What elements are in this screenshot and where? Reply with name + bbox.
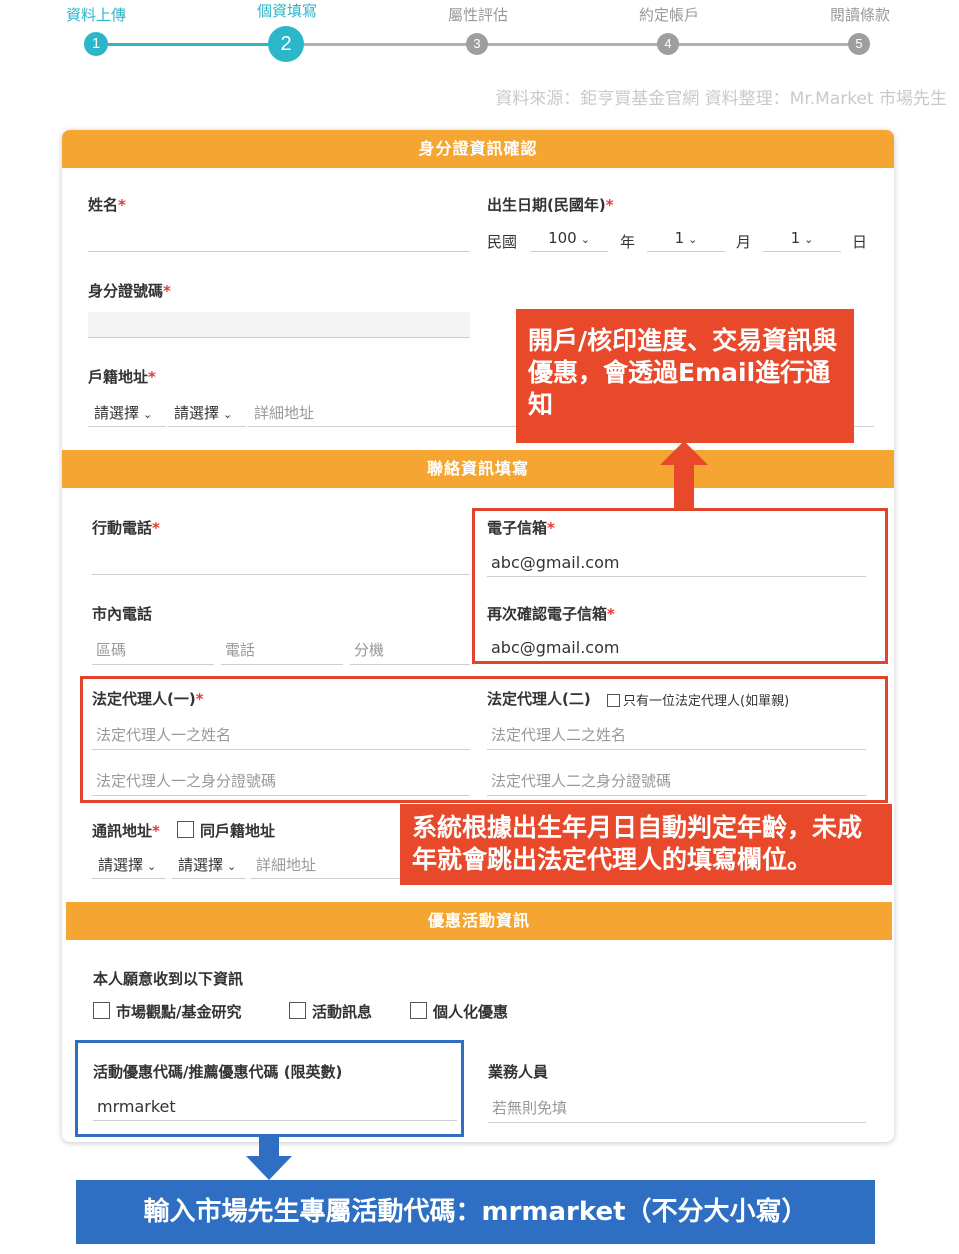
- step-dot-4[interactable]: 4: [657, 33, 679, 55]
- household-district-select[interactable]: 請選擇 ⌄: [168, 402, 246, 427]
- id-number-input[interactable]: [88, 312, 470, 338]
- checkbox-icon: [93, 1002, 110, 1019]
- extension-input[interactable]: 分機: [350, 639, 470, 665]
- down-arrow-icon: [246, 1134, 292, 1180]
- id-number-label: 身分證號碼*: [88, 282, 171, 300]
- checkbox-icon: [177, 821, 194, 838]
- year-unit: 年: [620, 233, 636, 251]
- era-label: 民國: [487, 233, 518, 251]
- email-note-callout: 開戶/核印進度、交易資訊與優惠，會透過Email進行通知: [516, 309, 854, 443]
- receive-info-label: 本人願意收到以下資訊: [93, 970, 244, 988]
- market-view-checkbox[interactable]: 市場觀點/基金研究: [93, 1001, 241, 1022]
- sales-rep-input[interactable]: 若無則免填: [488, 1097, 866, 1123]
- stepper-line-done: [96, 43, 286, 46]
- checkbox-icon: [410, 1002, 427, 1019]
- household-city-select[interactable]: 請選擇 ⌄: [88, 402, 166, 427]
- guardian-note-text: 系統根據出生年月日自動判定年齡，未成年就會跳出法定代理人的填寫欄位。: [412, 813, 863, 874]
- mailing-district-select[interactable]: 請選擇 ⌄: [172, 854, 246, 879]
- step-dot-2[interactable]: 2: [268, 26, 304, 62]
- household-address-label: 戶籍地址*: [88, 368, 156, 386]
- year-select[interactable]: 100 ⌄: [530, 229, 608, 252]
- month-select[interactable]: 1 ⌄: [647, 229, 725, 252]
- mailing-detail-input[interactable]: 詳細地址: [250, 854, 406, 879]
- chevron-down-icon: ⌄: [580, 233, 590, 246]
- up-arrow-icon: [660, 441, 708, 509]
- chevron-down-icon: ⌄: [143, 408, 153, 421]
- mobile-label: 行動電話*: [92, 519, 160, 537]
- guardian-highlight-box: [80, 676, 888, 803]
- event-news-checkbox[interactable]: 活動訊息: [289, 1001, 372, 1022]
- chevron-down-icon: ⌄: [804, 233, 814, 246]
- guardian-note-callout: 系統根據出生年月日自動判定年齡，未成年就會跳出法定代理人的填寫欄位。: [400, 804, 892, 885]
- code-note-text: 輸入市場先生專屬活動代碼：mrmarket（不分大小寫）: [143, 1197, 808, 1227]
- area-code-input[interactable]: 區碼: [92, 639, 214, 665]
- name-label: 姓名*: [88, 196, 126, 214]
- step-label-3: 屬性評估: [447, 6, 508, 24]
- email-note-text: 開戶/核印進度、交易資訊與優惠，會透過Email進行通知: [528, 326, 838, 419]
- code-note-banner: 輸入市場先生專屬活動代碼：mrmarket（不分大小寫）: [76, 1180, 875, 1244]
- contact-section-header: 聯絡資訊填寫: [62, 450, 894, 488]
- checkbox-icon: [289, 1002, 306, 1019]
- chevron-down-icon: ⌄: [688, 233, 698, 246]
- chevron-down-icon: ⌄: [147, 860, 157, 873]
- name-input[interactable]: [88, 251, 470, 252]
- identity-section-header: 身分證資訊確認: [62, 130, 894, 168]
- step-dot-3[interactable]: 3: [466, 33, 488, 55]
- step-dot-1[interactable]: 1: [84, 32, 108, 56]
- day-unit: 日: [852, 233, 868, 251]
- phone-input[interactable]: 電話: [221, 639, 343, 665]
- step-label-2: 個資填寫: [256, 2, 317, 20]
- chevron-down-icon: ⌄: [223, 408, 233, 421]
- step-label-4: 約定帳戶: [638, 6, 699, 24]
- mailing-address-label: 通訊地址*: [92, 822, 160, 840]
- step-label-5: 閱讀條款: [829, 6, 890, 24]
- day-select[interactable]: 1 ⌄: [763, 229, 841, 252]
- promo-section-header: 優惠活動資訊: [66, 902, 892, 940]
- step-label-1: 資料上傳: [65, 6, 126, 24]
- month-unit: 月: [736, 233, 752, 251]
- landline-label: 市內電話: [92, 605, 153, 623]
- mailing-city-select[interactable]: 請選擇 ⌄: [92, 854, 166, 879]
- email-highlight-box: [472, 508, 888, 664]
- personal-offer-checkbox[interactable]: 個人化優惠: [410, 1001, 508, 1022]
- mobile-input[interactable]: [92, 574, 470, 575]
- sales-rep-label: 業務人員: [488, 1063, 549, 1081]
- stepper-line-pending: [286, 43, 860, 46]
- birth-date-label: 出生日期(民國年)*: [487, 196, 614, 214]
- source-note: 資料來源：鉅亨買基金官網 資料整理：Mr.Market 市場先生: [495, 89, 947, 109]
- promo-code-highlight-box: [75, 1040, 464, 1137]
- step-dot-5[interactable]: 5: [848, 33, 870, 55]
- same-address-checkbox[interactable]: 同戶籍地址: [177, 820, 275, 841]
- chevron-down-icon: ⌄: [227, 860, 237, 873]
